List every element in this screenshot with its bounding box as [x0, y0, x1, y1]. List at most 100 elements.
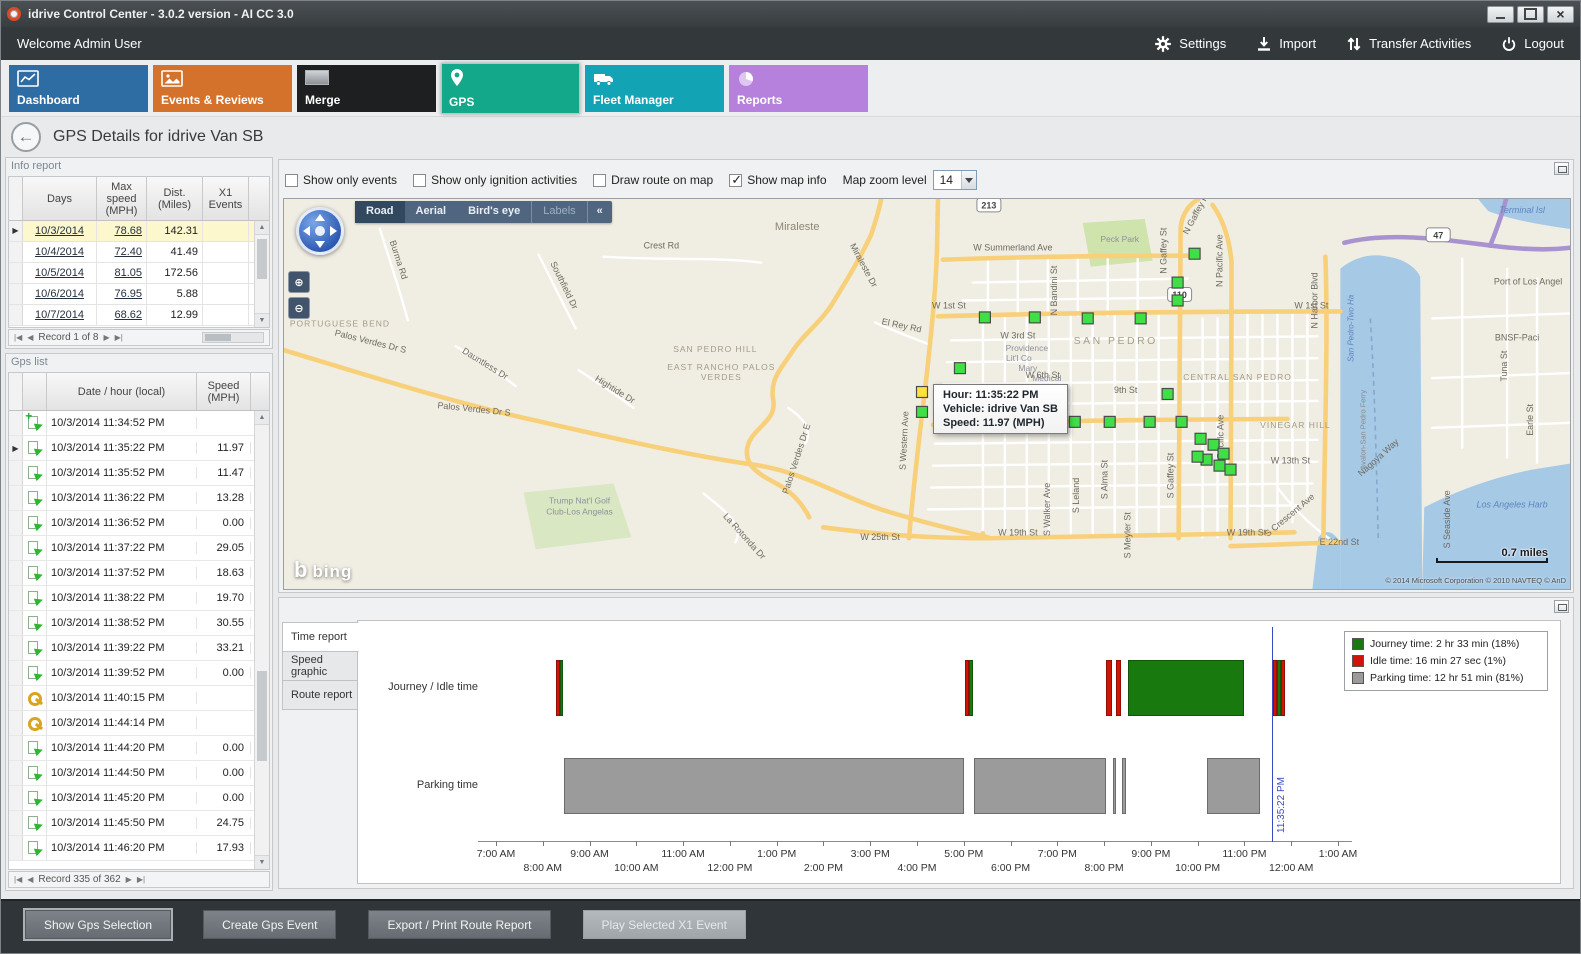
max-speed-link[interactable]: 72.40 [97, 242, 147, 262]
nav-last-icon[interactable]: ▶| [137, 875, 145, 884]
scrollbar-thumb[interactable] [257, 671, 267, 761]
create-gps-event-button[interactable]: Create Gps Event [203, 910, 336, 939]
checkbox-box-show-map-info[interactable] [729, 174, 742, 187]
column-header-speed[interactable]: Speed (MPH) [197, 373, 251, 410]
tab-reports[interactable]: Reports [729, 65, 868, 112]
checkbox-box-draw-route-on-map[interactable] [593, 174, 606, 187]
import-button[interactable]: Import [1256, 36, 1316, 52]
list-item[interactable]: 10/3/2014 11:37:52 PM18.63 [9, 561, 269, 586]
column-header-x1-events[interactable]: X1 Events [203, 177, 249, 220]
day-link[interactable]: 10/3/2014 [23, 221, 97, 241]
export-print-route-report-button[interactable]: Export / Print Route Report [368, 910, 550, 939]
nav-prev-icon[interactable]: ◀ [27, 875, 33, 884]
gps-marker[interactable] [917, 406, 928, 417]
collapse-chart-panel-button[interactable] [1554, 600, 1569, 613]
list-item[interactable]: 10/3/2014 11:36:52 PM0.00 [9, 511, 269, 536]
checkbox-box-show-only-ignition-activities[interactable] [413, 174, 426, 187]
gps-marker[interactable] [1069, 416, 1080, 427]
day-link[interactable]: 10/5/2014 [23, 263, 97, 283]
nav-next-icon[interactable]: ▶ [103, 333, 109, 342]
tab-dashboard[interactable]: Dashboard [9, 65, 148, 112]
back-button[interactable]: ← [11, 122, 41, 152]
gps-marker[interactable] [1104, 416, 1115, 427]
map-mode-tab-labels[interactable]: Labels [531, 201, 586, 223]
list-item[interactable]: 10/3/2014 11:39:22 PM33.21 [9, 636, 269, 661]
map-mode-tab-birdseye[interactable]: Bird's eye [457, 201, 531, 223]
column-header-days[interactable]: Days [23, 177, 97, 220]
horizontal-scrollbar[interactable] [202, 332, 264, 343]
gps-marker[interactable] [1189, 248, 1200, 259]
list-item[interactable]: 10/3/2014 11:44:50 PM0.00 [9, 761, 269, 786]
tab-merge[interactable]: Merge [297, 65, 436, 112]
list-item[interactable]: 10/3/2014 11:45:20 PM0.00 [9, 786, 269, 811]
gps-marker[interactable] [1192, 451, 1203, 462]
list-item[interactable]: 10/3/2014 11:40:15 PM [9, 686, 269, 711]
map-zoom-level-select[interactable]: 14 [933, 170, 977, 190]
gps-list-vertical-scrollbar[interactable]: ▲ ▼ [254, 411, 269, 869]
table-row[interactable]: ▶10/3/201478.68142.31 [9, 221, 269, 242]
settings-button[interactable]: Settings [1154, 35, 1226, 53]
table-row[interactable]: 10/7/201468.6212.99 [9, 305, 269, 326]
map-zoom-in-button[interactable]: ⊕ [288, 271, 310, 293]
bing-map[interactable]: MiralestePeck ParkW Summerland AveCrest … [283, 198, 1571, 590]
map-bar-collapse-chevron-icon[interactable]: « [587, 201, 612, 223]
pan-west-icon[interactable] [303, 226, 310, 236]
nav-first-icon[interactable]: |◀ [14, 875, 22, 884]
max-speed-link[interactable]: 81.05 [97, 263, 147, 283]
scroll-down-icon[interactable]: ▼ [255, 855, 269, 869]
gps-marker[interactable] [1172, 277, 1183, 288]
list-item[interactable]: 10/3/2014 11:38:52 PM30.55 [9, 611, 269, 636]
close-button[interactable] [1547, 6, 1574, 23]
day-link[interactable]: 10/7/2014 [23, 305, 97, 325]
list-item[interactable]: 10/3/2014 11:37:22 PM29.05 [9, 536, 269, 561]
gps-marker[interactable] [1214, 460, 1225, 471]
list-item[interactable]: 10/3/2014 11:34:52 PM [9, 411, 269, 436]
tab-events-reviews[interactable]: Events & Reviews [153, 65, 292, 112]
gps-marker[interactable] [954, 363, 965, 374]
tab-fleet-manager[interactable]: Fleet Manager [585, 65, 724, 112]
show-gps-selection-button[interactable]: Show Gps Selection [25, 910, 171, 939]
table-row[interactable]: 10/4/201472.4041.49 [9, 242, 269, 263]
gps-marker[interactable] [1144, 416, 1155, 427]
compass-center-dot[interactable] [315, 226, 325, 236]
max-speed-link[interactable]: 68.62 [97, 305, 147, 325]
scroll-down-icon[interactable]: ▼ [255, 313, 269, 327]
gps-marker[interactable] [1029, 312, 1040, 323]
checkbox-show-map-info[interactable]: Show map info [729, 173, 826, 187]
list-item[interactable]: 10/3/2014 11:38:22 PM19.70 [9, 586, 269, 611]
list-item[interactable]: 10/3/2014 11:45:50 PM24.75 [9, 811, 269, 836]
list-item[interactable]: 10/3/2014 11:44:20 PM0.00 [9, 736, 269, 761]
gps-marker[interactable] [1208, 439, 1219, 450]
day-link[interactable]: 10/6/2014 [23, 284, 97, 304]
nav-last-icon[interactable]: ▶| [115, 333, 123, 342]
checkbox-box-show-only-events[interactable] [285, 174, 298, 187]
gps-marker[interactable] [1082, 313, 1093, 324]
gps-marker[interactable] [1135, 313, 1146, 324]
chevron-down-icon[interactable] [961, 171, 976, 189]
column-header-max-speed[interactable]: Max speed (MPH) [97, 177, 147, 220]
scroll-up-icon[interactable]: ▲ [255, 411, 269, 425]
max-speed-link[interactable]: 76.95 [97, 284, 147, 304]
table-row[interactable]: 10/6/201476.955.88 [9, 284, 269, 305]
table-row[interactable]: 10/5/201481.05172.56 [9, 263, 269, 284]
map-zoom-out-button[interactable]: ⊖ [288, 297, 310, 319]
pan-south-icon[interactable] [315, 241, 325, 248]
list-item[interactable]: 10/3/2014 11:35:52 PM11.47 [9, 461, 269, 486]
pan-north-icon[interactable] [315, 214, 325, 221]
nav-prev-icon[interactable]: ◀ [27, 333, 33, 342]
checkbox-show-only-events[interactable]: Show only events [285, 173, 397, 187]
list-item[interactable]: ▶10/3/2014 11:35:22 PM11.97 [9, 436, 269, 461]
tab-route-report[interactable]: Route report [282, 680, 358, 710]
nav-next-icon[interactable]: ▶ [126, 875, 132, 884]
tab-time-report[interactable]: Time report [282, 622, 359, 652]
nav-first-icon[interactable]: |◀ [14, 333, 22, 342]
column-header-dist[interactable]: Dist. (Miles) [147, 177, 203, 220]
gps-marker-selected[interactable] [917, 387, 928, 398]
scrollbar-thumb[interactable] [257, 239, 267, 279]
list-item[interactable]: 10/3/2014 11:46:20 PM17.93 [9, 836, 269, 861]
pan-east-icon[interactable] [330, 226, 337, 236]
gps-marker[interactable] [1162, 389, 1173, 400]
map-compass-control[interactable] [296, 207, 344, 255]
list-item[interactable]: 10/3/2014 11:44:14 PM [9, 711, 269, 736]
gps-marker[interactable] [1225, 464, 1236, 475]
